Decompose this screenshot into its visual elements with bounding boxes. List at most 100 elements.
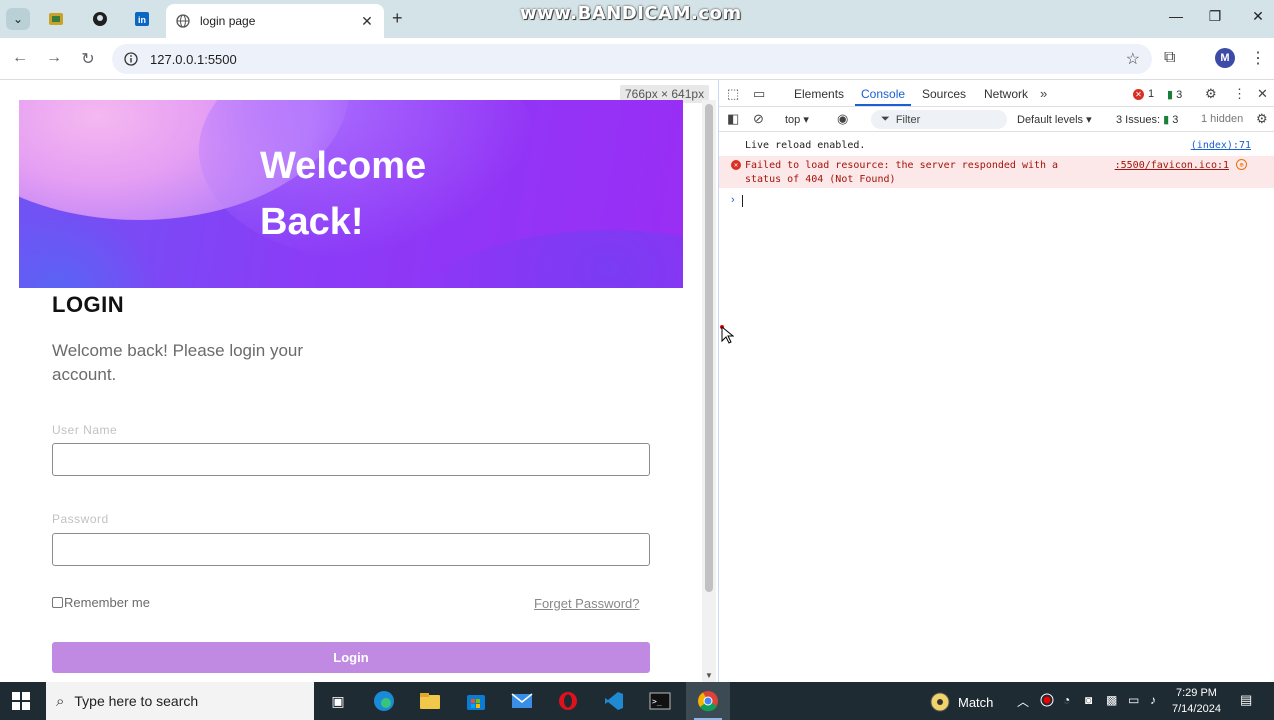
console-prompt-chevron-icon: › [731,194,735,206]
username-input[interactable] [52,443,650,476]
soccer-ball-icon [930,692,950,712]
context-select[interactable]: top ▾ [785,113,809,126]
remember-me[interactable]: Remember me [52,595,150,610]
opera-icon[interactable] [556,689,580,713]
chrome-icon [698,691,718,712]
devtools-menu-icon[interactable]: ⋮ [1233,86,1246,102]
remember-label: Remember me [64,595,150,610]
forward-icon[interactable]: → [44,49,64,69]
browser-menu-icon[interactable]: ⋮ [1250,48,1266,68]
network-wifi-icon[interactable]: ◔ [1063,693,1070,707]
message-count-badge[interactable]: ▮ 3 [1167,88,1182,101]
page-scrollbar[interactable]: ▼ [702,100,716,682]
profile-avatar[interactable]: M [1215,48,1235,68]
taskbar-search-box[interactable]: ⌕ Type here to search [46,682,314,720]
active-tab-indicator [855,104,911,106]
task-view-icon[interactable]: ▣ [326,689,350,713]
password-input[interactable] [52,533,650,566]
tab-network[interactable]: Network [984,87,1028,101]
console-input-caret[interactable] [742,195,743,207]
edge-icon[interactable] [372,689,396,713]
store-icon[interactable] [464,689,488,713]
console-filter-input[interactable]: ⏷ Filter [871,110,1007,129]
site-info-icon[interactable] [124,52,138,66]
extensions-icon[interactable]: ⧉ [1164,49,1175,67]
mouse-cursor-icon [720,325,734,344]
globe-icon [176,14,190,28]
error-icon: ✕ [731,160,741,170]
device-toolbar-icon[interactable]: ▭ [753,86,765,102]
tab-sources[interactable]: Sources [922,87,966,101]
login-button[interactable]: Login [52,642,650,673]
log-levels-dropdown[interactable]: Default levels ▾ [1017,113,1092,126]
meet-now-icon[interactable]: ◙ [1085,693,1092,707]
weather-widget[interactable]: Match [930,692,993,712]
console-log-entry: Live reload enabled. (index):71 [745,140,1251,151]
more-tabs-icon[interactable]: » [1040,86,1047,101]
close-devtools-icon[interactable]: ✕ [1257,86,1268,102]
tab-login-page[interactable]: login page ✕ [166,4,384,38]
issues-button[interactable]: 3 Issues: ▮ 3 [1116,113,1178,126]
restore-icon[interactable]: ❐ [1203,8,1227,25]
inspect-element-icon[interactable]: ⬚ [727,86,739,102]
show-hidden-icons-chevron-icon[interactable]: ︿ [1017,693,1029,710]
tab-console[interactable]: Console [861,87,905,101]
back-icon[interactable]: ← [10,49,30,69]
login-heading: LOGIN [52,292,125,317]
error-source-link[interactable]: :5500/favicon.ico:1 [1115,159,1229,173]
notifications-icon[interactable]: ▤ [1240,692,1252,708]
forgot-password-link[interactable]: Forget Password? [534,596,640,611]
bookmark-star-icon[interactable]: ☆ [1126,49,1140,69]
file-explorer-icon[interactable] [418,689,442,713]
devtools-tabbar: ⬚ ▭ Elements Console Sources Network » ✕… [719,80,1274,107]
filter-icon: ⏷ [881,113,890,125]
tab-search-icon[interactable]: ⌄ [6,8,30,30]
close-tab-icon[interactable]: ✕ [358,12,376,30]
address-bar[interactable]: 127.0.0.1:5500 ☆ [112,44,1152,74]
bandicam-watermark: www.BANDICAM.com [520,3,742,24]
volume-icon[interactable]: ♪ [1150,693,1156,707]
tab-title: login page [200,14,256,28]
chrome-taskbar-button[interactable] [686,682,730,720]
live-expression-eye-icon[interactable]: ◉ [837,111,848,127]
terminal-icon[interactable]: >_ [648,689,672,713]
pinned-tab-image-icon[interactable] [42,7,70,31]
mail-icon[interactable] [510,689,534,713]
network-request-icon[interactable]: ⊕ [1236,159,1247,170]
hidden-count: 1 hidden [1201,113,1244,125]
password-label: Password [52,512,109,526]
sidebar-toggle-icon[interactable]: ◧ [727,111,739,127]
clear-console-icon[interactable]: ⊘ [753,111,764,127]
log-source-link[interactable]: (index):71 [1191,140,1251,151]
record-icon[interactable] [1040,693,1054,710]
remember-checkbox[interactable] [52,597,63,608]
screen-capture-icon[interactable]: ▩ [1106,693,1117,707]
windows-taskbar: ⌕ Type here to search ▣ >_ Match ︿ ◔ ◙ ▩… [0,682,1274,720]
reload-icon[interactable]: ↻ [78,49,98,69]
hero-title: Welcome Back! [260,145,427,243]
username-label: User Name [52,423,118,437]
tab-elements[interactable]: Elements [794,87,844,101]
new-tab-icon[interactable]: + [392,8,403,29]
windows-start-icon[interactable] [12,692,30,710]
pinned-tab-linkedin-icon[interactable]: in [128,7,156,31]
battery-icon[interactable]: ▭ [1128,693,1139,707]
vscode-icon[interactable] [602,689,626,713]
minimize-icon[interactable]: — [1164,8,1188,24]
search-icon: ⌕ [56,692,65,710]
browser-toolbar: ← → ↻ 127.0.0.1:5500 ☆ ⧉ M ⋮ [0,38,1274,80]
settings-gear-icon[interactable]: ⚙ [1205,86,1217,102]
console-settings-icon[interactable]: ⚙ [1256,111,1268,127]
hero-decor-blob [19,210,159,288]
system-clock[interactable]: 7:29 PM 7/14/2024 [1172,685,1221,717]
scrollbar-thumb[interactable] [705,104,713,592]
pinned-tab-github-icon[interactable] [86,7,114,31]
close-window-icon[interactable]: ✕ [1246,8,1270,25]
console-error-entry: ✕ Failed to load resource: the server re… [719,156,1274,188]
error-count-badge[interactable]: ✕ 1 [1133,88,1154,100]
console-toolbar: ◧ ⊘ top ▾ ◉ ⏷ Filter Default levels ▾ 3 … [719,107,1274,132]
scroll-down-arrow-icon[interactable]: ▼ [705,671,713,680]
browser-titlebar: ⌄ in login page ✕ + www.BANDICAM.com — ❐… [0,0,1274,38]
devtools-panel: ⬚ ▭ Elements Console Sources Network » ✕… [718,80,1274,682]
issues-icon: ▮ [1163,114,1170,126]
